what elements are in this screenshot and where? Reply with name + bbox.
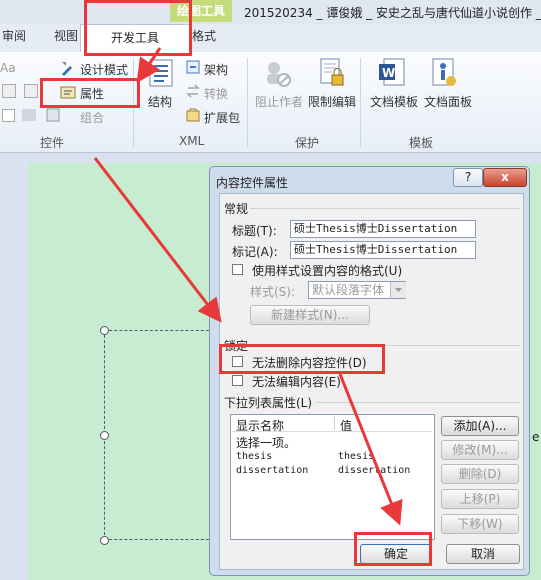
annotation-arrows	[93, 47, 403, 526]
arrow-to-ok	[338, 373, 403, 526]
arrow-to-locking	[93, 157, 222, 323]
arrow-to-properties	[136, 47, 162, 83]
